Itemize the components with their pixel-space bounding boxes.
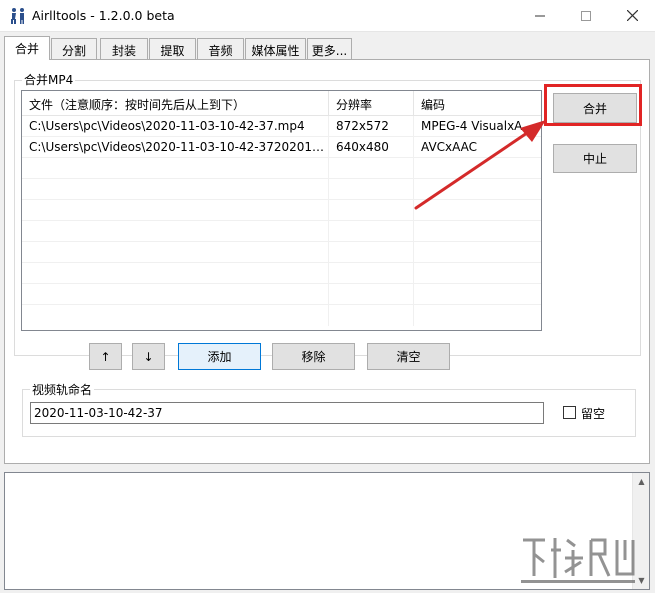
remove-button[interactable]: 移除	[272, 343, 355, 370]
site-watermark-logo	[521, 538, 635, 583]
move-up-button[interactable]: ↑	[89, 343, 122, 370]
tab-merge[interactable]: 合并	[4, 36, 50, 60]
move-down-button[interactable]: ↓	[132, 343, 165, 370]
leave-empty-label: 留空	[581, 407, 606, 421]
track-name-input[interactable]: 2020-11-03-10-42-37	[30, 402, 544, 424]
clear-button[interactable]: 清空	[367, 343, 450, 370]
scroll-up-icon[interactable]: ▲	[633, 473, 650, 490]
track-name-group-label: 视频轨命名	[30, 381, 95, 398]
add-button[interactable]: 添加	[178, 343, 261, 370]
leave-empty-checkbox[interactable]	[563, 406, 576, 419]
